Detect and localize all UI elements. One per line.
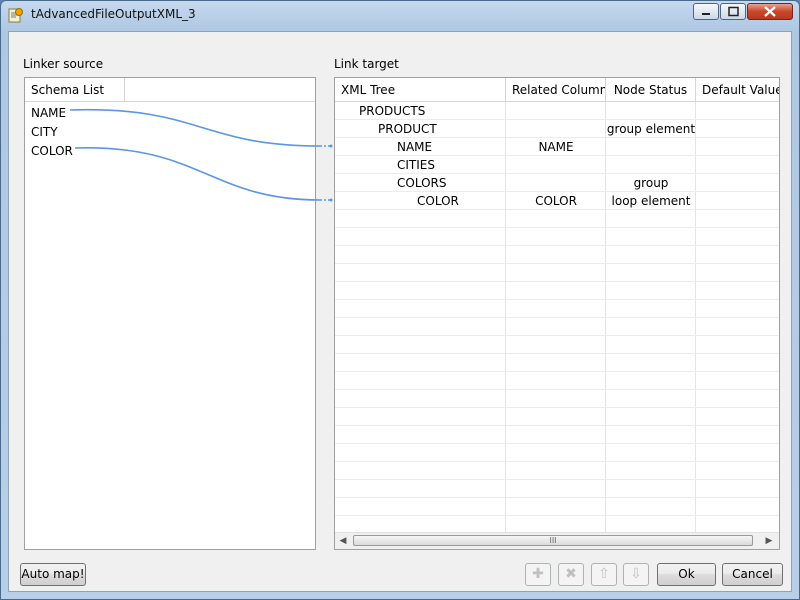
node-status-cell[interactable] xyxy=(606,156,696,174)
xml-tree-cell[interactable]: NAME xyxy=(397,138,432,156)
table-row[interactable] xyxy=(335,282,779,300)
maximize-button[interactable] xyxy=(720,3,746,20)
schema-list-header-filler xyxy=(125,78,315,102)
xml-tree-cell[interactable]: CITIES xyxy=(397,156,435,174)
title-bar: tAdvancedFileOutputXML_3 xyxy=(1,1,799,29)
schema-item-city[interactable]: CITY xyxy=(31,123,58,141)
node-status-cell[interactable] xyxy=(606,138,696,156)
table-row[interactable] xyxy=(335,462,779,480)
xml-tree-cell[interactable]: PRODUCTS xyxy=(359,102,425,120)
related-column-cell[interactable] xyxy=(506,102,606,120)
ok-button[interactable]: Ok xyxy=(657,563,716,586)
table-row[interactable]: COLOR COLOR loop element xyxy=(335,192,779,210)
scroll-right-icon[interactable]: ▶ xyxy=(761,533,777,549)
schema-item-name[interactable]: NAME xyxy=(31,104,66,122)
table-row[interactable] xyxy=(335,300,779,318)
related-column-cell[interactable] xyxy=(506,174,606,192)
auto-map-button[interactable]: Auto map! xyxy=(20,563,86,586)
table-row[interactable] xyxy=(335,444,779,462)
table-row[interactable]: CITIES xyxy=(335,156,779,174)
scroll-thumb[interactable]: III xyxy=(353,535,753,546)
table-row[interactable] xyxy=(335,336,779,354)
linker-source-label: Linker source xyxy=(23,57,104,71)
table-row[interactable]: COLORS group xyxy=(335,174,779,192)
link-target-label: Link target xyxy=(334,57,399,71)
related-column-cell[interactable]: NAME xyxy=(506,138,606,156)
table-row[interactable]: NAME NAME xyxy=(335,138,779,156)
schema-list-header[interactable]: Schema List xyxy=(25,78,125,102)
xml-tree-cell[interactable]: COLOR xyxy=(417,192,459,210)
node-status-cell[interactable]: loop element xyxy=(606,192,696,210)
minimize-button[interactable] xyxy=(693,3,719,20)
header-default-value[interactable]: Default Value xyxy=(696,78,779,102)
dialog-body: Linker source Schema List NAME CITY COLO… xyxy=(8,31,792,592)
schema-item-color[interactable]: COLOR xyxy=(31,142,73,160)
move-down-icon[interactable]: ⇩ xyxy=(623,563,649,586)
node-status-cell[interactable]: group xyxy=(606,174,696,192)
table-row[interactable] xyxy=(335,372,779,390)
related-column-cell[interactable] xyxy=(506,120,606,138)
talend-component-icon xyxy=(8,8,23,23)
minimize-icon xyxy=(702,13,710,15)
header-related-column[interactable]: Related Column xyxy=(506,78,606,102)
cancel-button[interactable]: Cancel xyxy=(722,563,783,586)
dialog-window: tAdvancedFileOutputXML_3 Linker source S… xyxy=(0,0,800,600)
close-icon xyxy=(764,6,776,17)
related-column-cell[interactable] xyxy=(506,156,606,174)
xml-tree-panel: XML Tree Related Column Node Status Defa… xyxy=(334,77,780,550)
node-status-cell[interactable]: group element xyxy=(606,120,696,138)
table-row[interactable] xyxy=(335,318,779,336)
schema-list-panel: Schema List NAME CITY COLOR xyxy=(24,77,316,550)
related-column-cell[interactable]: COLOR xyxy=(506,192,606,210)
window-title: tAdvancedFileOutputXML_3 xyxy=(31,7,196,21)
remove-icon[interactable]: ✖ xyxy=(558,563,584,586)
add-icon[interactable]: ✚ xyxy=(525,563,551,586)
horizontal-scrollbar[interactable]: ◀ III ▶ xyxy=(335,532,779,549)
table-row[interactable] xyxy=(335,210,779,228)
table-row[interactable] xyxy=(335,498,779,516)
table-row[interactable]: PRODUCT group element xyxy=(335,120,779,138)
table-row[interactable] xyxy=(335,480,779,498)
table-row[interactable] xyxy=(335,408,779,426)
table-row[interactable] xyxy=(335,228,779,246)
table-row[interactable] xyxy=(335,390,779,408)
header-node-status[interactable]: Node Status xyxy=(606,78,696,102)
table-row[interactable]: PRODUCTS xyxy=(335,102,779,120)
maximize-icon xyxy=(728,6,739,17)
header-xml-tree[interactable]: XML Tree xyxy=(335,78,506,102)
table-row[interactable] xyxy=(335,246,779,264)
table-row[interactable] xyxy=(335,264,779,282)
xml-tree-cell[interactable]: COLORS xyxy=(397,174,446,192)
node-status-cell[interactable] xyxy=(606,102,696,120)
close-button[interactable] xyxy=(747,3,793,20)
table-row[interactable] xyxy=(335,426,779,444)
xml-tree-cell[interactable]: PRODUCT xyxy=(378,120,437,138)
table-row[interactable] xyxy=(335,354,779,372)
scroll-left-icon[interactable]: ◀ xyxy=(335,533,351,549)
move-up-icon[interactable]: ⇧ xyxy=(591,563,617,586)
